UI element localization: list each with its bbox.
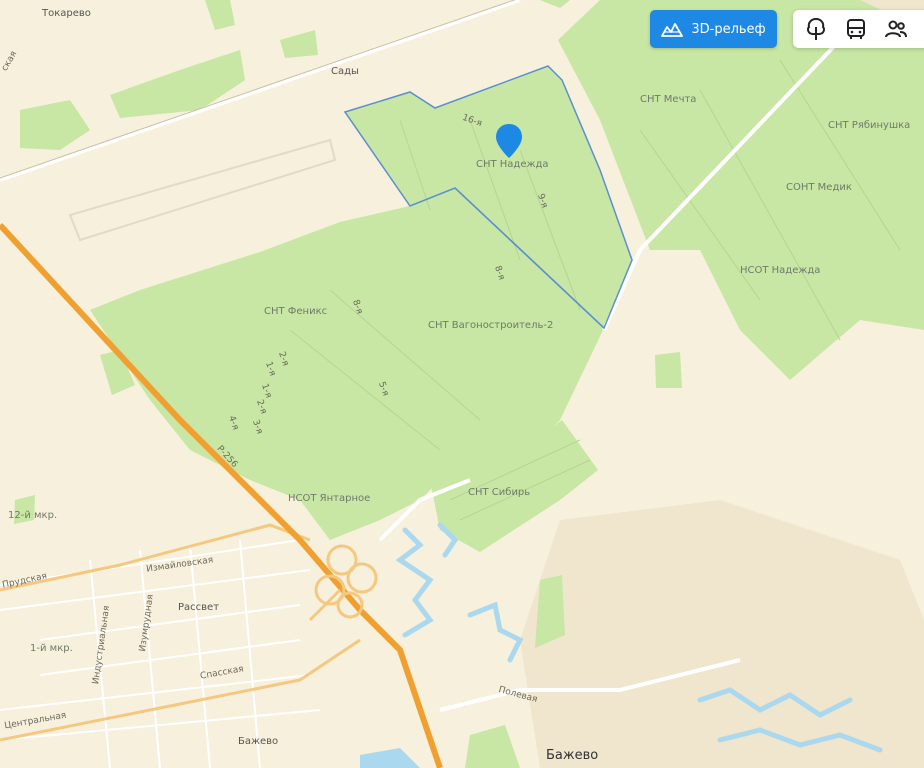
label-bazhevo-small: Бажево (238, 736, 279, 747)
label-mechta: СНТ Мечта (640, 94, 697, 105)
3d-relief-button[interactable]: 3D-рельеф (650, 10, 777, 48)
green-patch-6 (655, 352, 682, 388)
people-layer-button[interactable] (881, 14, 911, 44)
label-yantarnoe: НСОТ Янтарное (288, 493, 371, 504)
nature-layer-button[interactable] (801, 14, 831, 44)
label-sibir: СНТ Сибирь (468, 487, 531, 498)
tree-icon (807, 17, 825, 40)
label-feniks: СНТ Феникс (264, 306, 328, 317)
label-ryabinushka: СНТ Рябинушка (828, 120, 911, 131)
label-tokarevo: Токарево (42, 8, 91, 19)
layers-toolbar (793, 10, 924, 48)
location-pin-icon[interactable] (494, 122, 524, 162)
people-icon (885, 20, 907, 38)
map-view[interactable]: Токарево Сады ская СНТ Мечта СНТ Рябинуш… (0, 0, 924, 768)
label-nadezhda-nsot: НСОТ Надежда (740, 265, 821, 276)
transport-layer-button[interactable] (841, 14, 871, 44)
label-bazhevo-big: Бажево (546, 748, 599, 763)
label-rassvet: Рассвет (178, 602, 220, 613)
3d-relief-label: 3D-рельеф (691, 21, 766, 37)
map-canvas[interactable] (0, 0, 924, 768)
label-mkr1: 1-й мкр. (30, 643, 73, 654)
label-vagonostroitel: СНТ Вагоностроитель-2 (428, 320, 554, 331)
label-medik: СОНТ Медик (786, 182, 852, 193)
3d-terrain-icon (661, 23, 684, 37)
bus-icon (847, 19, 865, 39)
label-mkr12: 12-й мкр. (8, 510, 58, 521)
label-sady: Сады (331, 66, 359, 77)
